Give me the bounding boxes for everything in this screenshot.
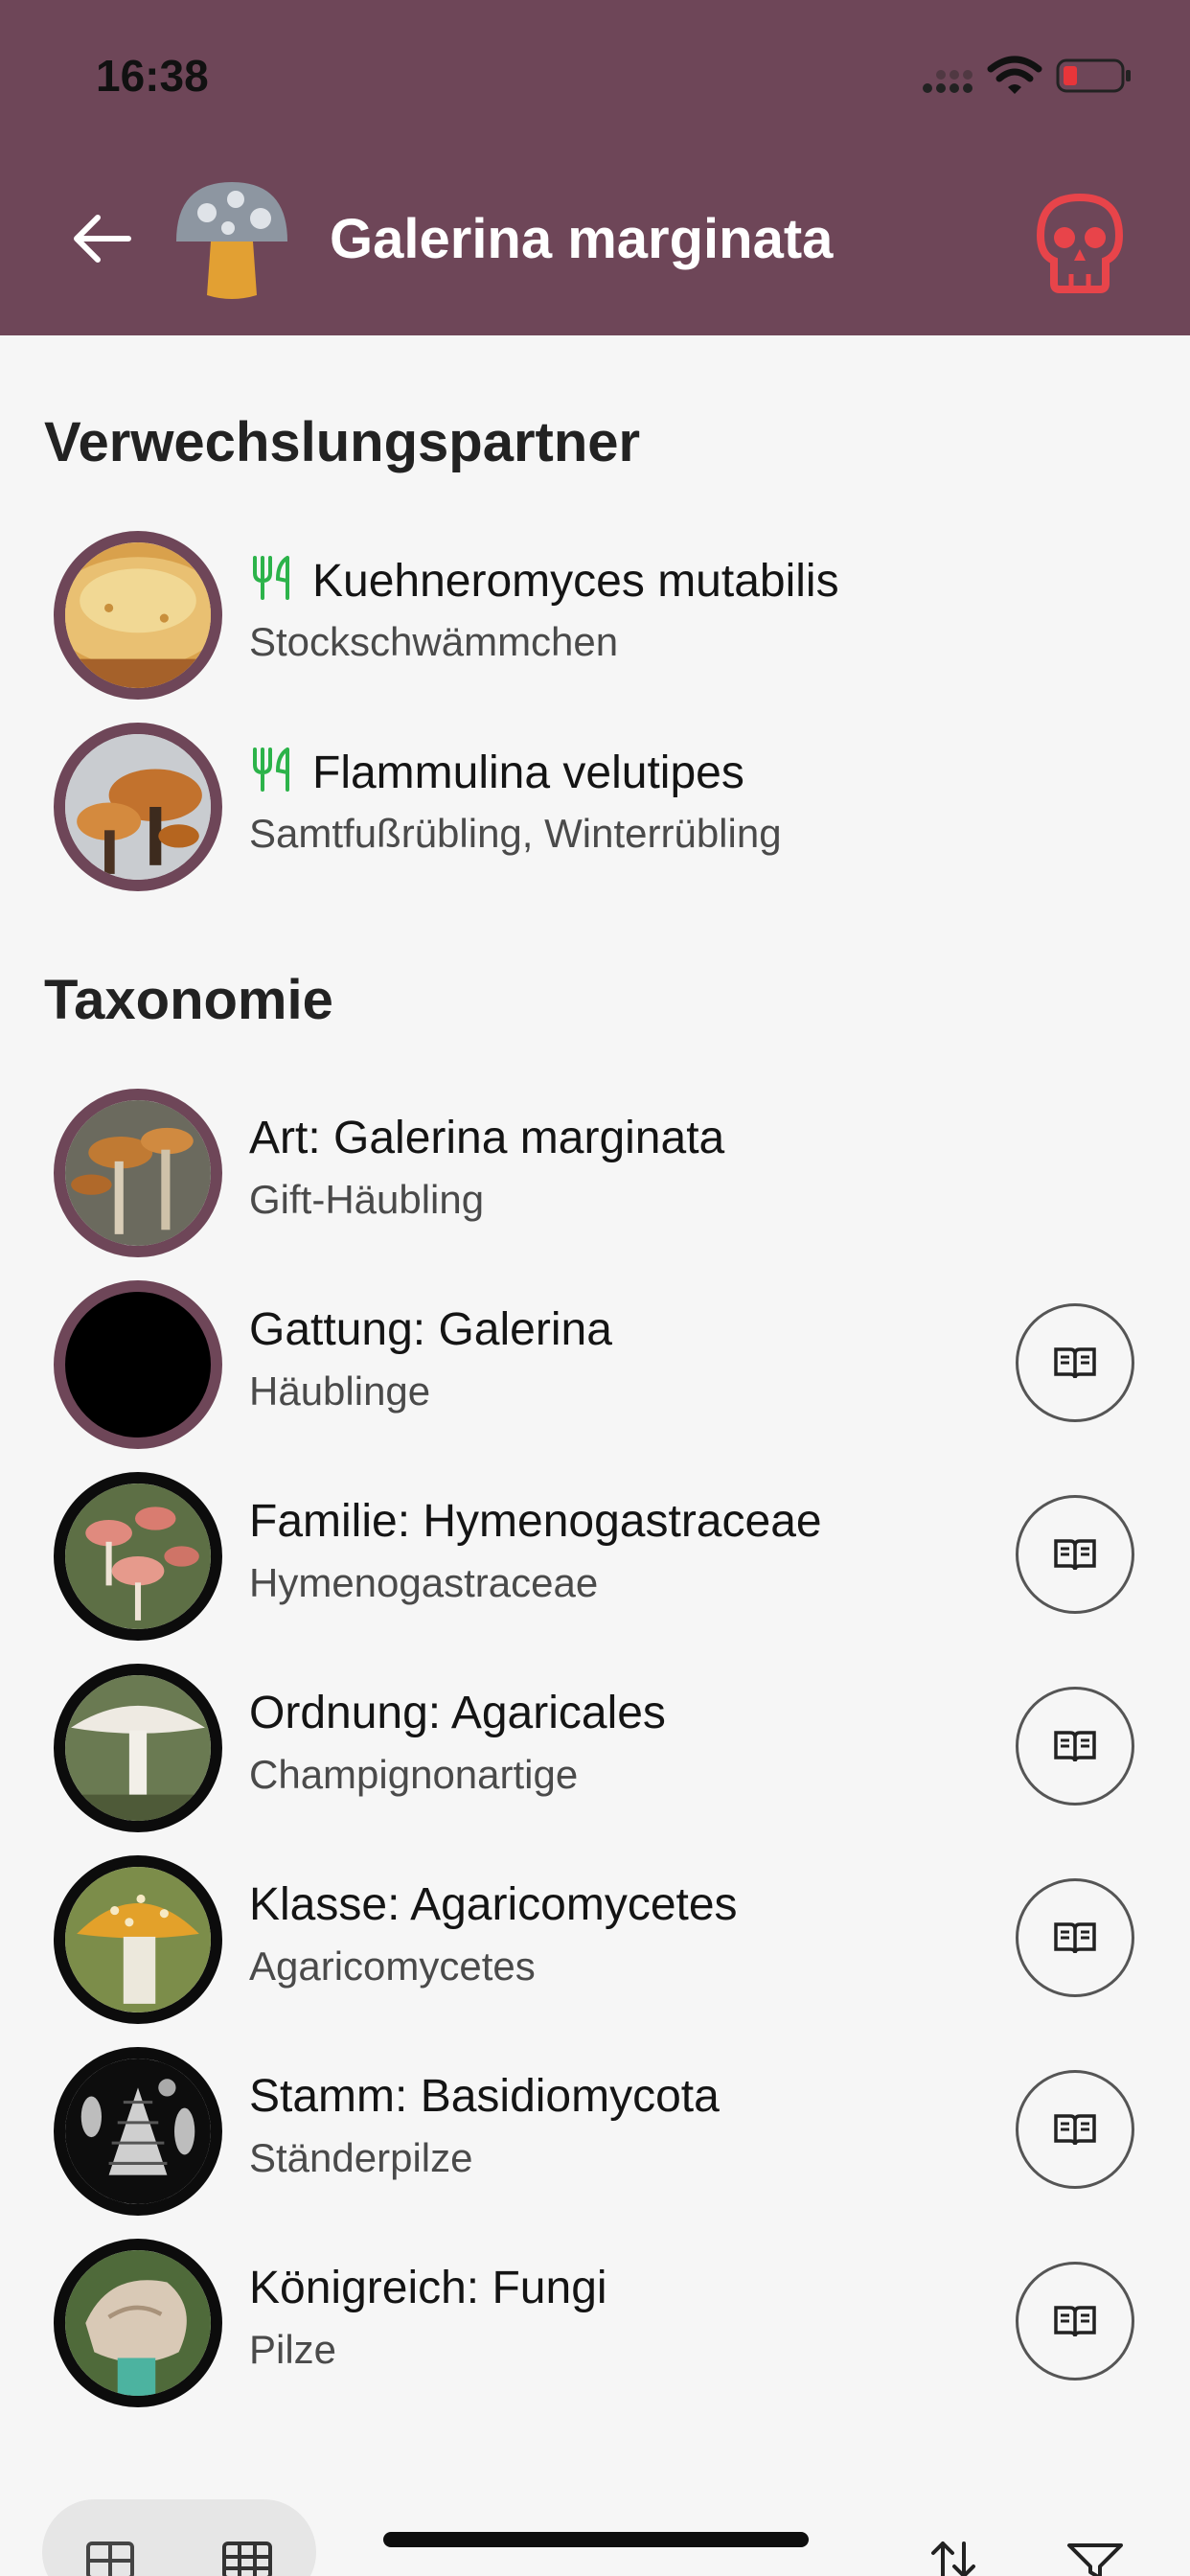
open-book-icon	[1054, 2114, 1096, 2146]
taxonomy-row-genus[interactable]: Gattung: Galerina Häublinge	[0, 1280, 1190, 1462]
mushroom-photo	[54, 1472, 222, 1641]
open-book-icon	[1054, 1347, 1096, 1379]
view-toggle[interactable]	[42, 2499, 316, 2576]
mushroom-illustration	[54, 2047, 222, 2216]
cellular-signal-icon	[923, 70, 973, 93]
book-button[interactable]	[1016, 1495, 1134, 1614]
grid-small-icon[interactable]	[222, 2542, 272, 2576]
mushroom-photo	[54, 531, 222, 700]
sort-icon[interactable]	[927, 2540, 979, 2576]
taxonomy-rank: Art: Galerina marginata	[249, 1113, 725, 1163]
open-book-icon	[1054, 1539, 1096, 1571]
mushroom-logo-icon	[176, 182, 287, 299]
taxonomy-row-species[interactable]: Art: Galerina marginata Gift-Häubling	[0, 1089, 1190, 1271]
lookalike-name: Flammulina velutipes	[249, 746, 744, 799]
home-indicator	[383, 2532, 809, 2547]
lookalikes-section-title: Verwechslungspartner	[44, 411, 641, 473]
wifi-icon	[987, 56, 1042, 94]
taxonomy-rank: Klasse: Agaricomycetes	[249, 1879, 738, 1930]
mushroom-photo	[54, 2239, 222, 2407]
lookalike-name: Kuehneromyces mutabilis	[249, 554, 839, 608]
taxonomy-row-kingdom[interactable]: Königreich: Fungi Pilze	[0, 2239, 1190, 2421]
back-arrow-icon[interactable]	[69, 205, 136, 272]
status-time: 16:38	[96, 51, 209, 101]
fork-knife-icon	[253, 556, 289, 600]
app-header: 16:38 Galerina marginata	[0, 0, 1190, 335]
taxonomy-common-name: Häublinge	[249, 1368, 431, 1414]
lookalike-item[interactable]: Flammulina velutipes Samtfußrübling, Win…	[0, 723, 1190, 905]
taxonomy-common-name: Hymenogastraceae	[249, 1560, 599, 1605]
taxonomy-common-name: Agaricomycetes	[249, 1944, 536, 1989]
taxonomy-rank: Familie: Hymenogastraceae	[249, 1496, 822, 1547]
fork-knife-icon	[253, 748, 289, 792]
open-book-icon	[1054, 1922, 1096, 1954]
taxonomy-rank: Stamm: Basidiomycota	[249, 2071, 720, 2122]
mushroom-photo	[54, 1855, 222, 2024]
empty-photo	[54, 1280, 222, 1449]
taxonomy-row-class[interactable]: Klasse: Agaricomycetes Agaricomycetes	[0, 1855, 1190, 2037]
taxonomy-common-name: Pilze	[249, 2327, 337, 2372]
grid-large-icon[interactable]	[86, 2542, 134, 2576]
taxonomy-section-title: Taxonomie	[44, 969, 333, 1031]
lookalike-common-name: Samtfußrübling, Winterrübling	[249, 811, 782, 856]
page-title: Galerina marginata	[330, 208, 834, 270]
taxonomy-rank: Gattung: Galerina	[249, 1304, 612, 1355]
taxonomy-common-name: Ständerpilze	[249, 2135, 473, 2180]
mushroom-photo	[54, 1664, 222, 1832]
taxonomy-common-name: Champignonartige	[249, 1752, 579, 1797]
skull-icon[interactable]	[1035, 192, 1125, 295]
book-button[interactable]	[1016, 1687, 1134, 1806]
mushroom-photo	[54, 1089, 222, 1257]
battery-low-icon	[1056, 58, 1131, 93]
book-button[interactable]	[1016, 2262, 1134, 2380]
lookalike-item[interactable]: Kuehneromyces mutabilis Stockschwämmchen	[0, 531, 1190, 713]
book-button[interactable]	[1016, 2070, 1134, 2189]
filter-icon[interactable]	[1065, 2542, 1125, 2576]
taxonomy-rank: Königreich: Fungi	[249, 2263, 607, 2313]
taxonomy-row-family[interactable]: Familie: Hymenogastraceae Hymenogastrace…	[0, 1472, 1190, 1654]
lookalike-common-name: Stockschwämmchen	[249, 619, 619, 664]
book-button[interactable]	[1016, 1303, 1134, 1422]
taxonomy-rank: Ordnung: Agaricales	[249, 1688, 666, 1738]
taxonomy-common-name: Gift-Häubling	[249, 1177, 485, 1222]
taxonomy-row-order[interactable]: Ordnung: Agaricales Champignonartige	[0, 1664, 1190, 1846]
open-book-icon	[1054, 1731, 1096, 1762]
book-button[interactable]	[1016, 1878, 1134, 1997]
taxonomy-row-phylum[interactable]: Stamm: Basidiomycota Ständerpilze	[0, 2047, 1190, 2229]
open-book-icon	[1054, 2306, 1096, 2337]
mushroom-photo	[54, 723, 222, 891]
